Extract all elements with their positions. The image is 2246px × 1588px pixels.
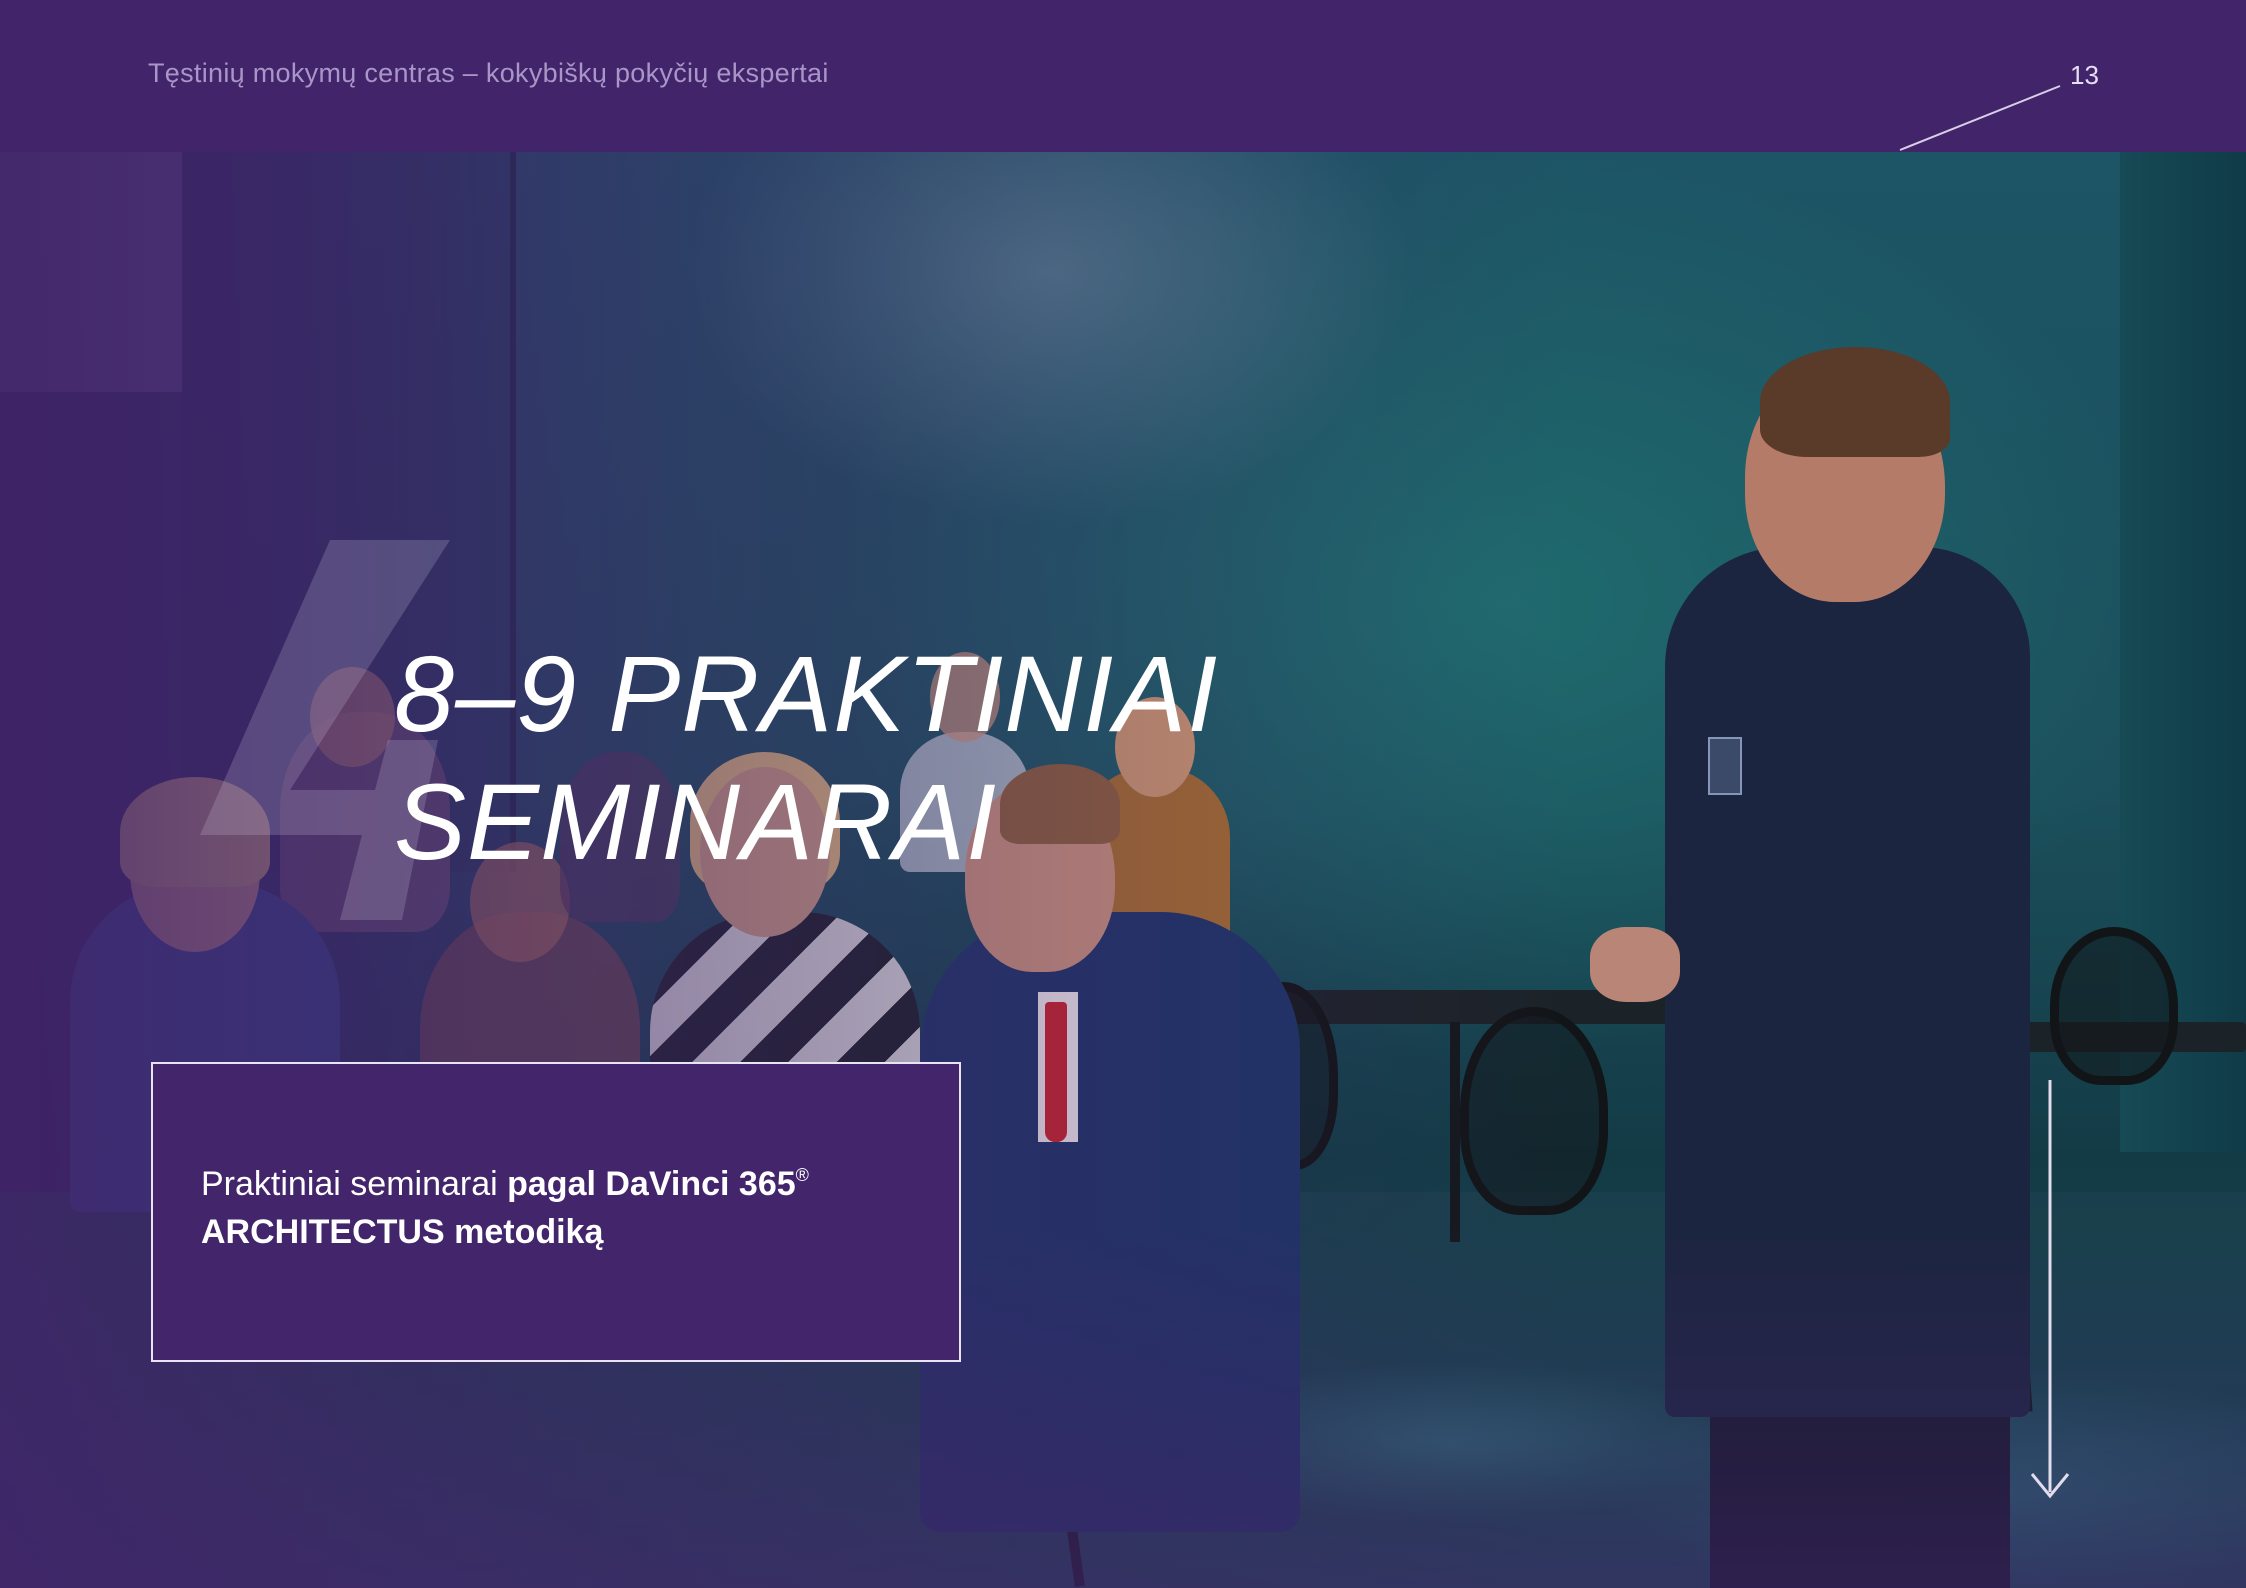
section-title: 8–9 PRAKTINIAI SEMINARAI: [394, 630, 1218, 886]
header-tagline: Tęstinių mokymų centras – kokybiškų poky…: [148, 58, 829, 88]
arrow-down-icon[interactable]: [2028, 1080, 2072, 1504]
caption-bold: pagal DaVinci 365: [507, 1165, 796, 1203]
registered-mark: ®: [795, 1165, 809, 1185]
caption-text: Praktiniai seminarai pagal DaVinci 365® A…: [201, 1160, 921, 1256]
diagonal-line-icon: [1899, 85, 2061, 151]
caption-box: Praktiniai seminarai pagal DaVinci 365® A…: [151, 1062, 961, 1362]
section-title-line: 8–9 PRAKTINIAI: [394, 633, 1219, 754]
section-title-line: SEMINARAI: [394, 761, 998, 882]
caption-bold: ARCHITECTUS metodiką: [201, 1213, 604, 1251]
page-number: 13: [2070, 60, 2099, 90]
caption-regular: Praktiniai seminarai: [201, 1165, 508, 1203]
